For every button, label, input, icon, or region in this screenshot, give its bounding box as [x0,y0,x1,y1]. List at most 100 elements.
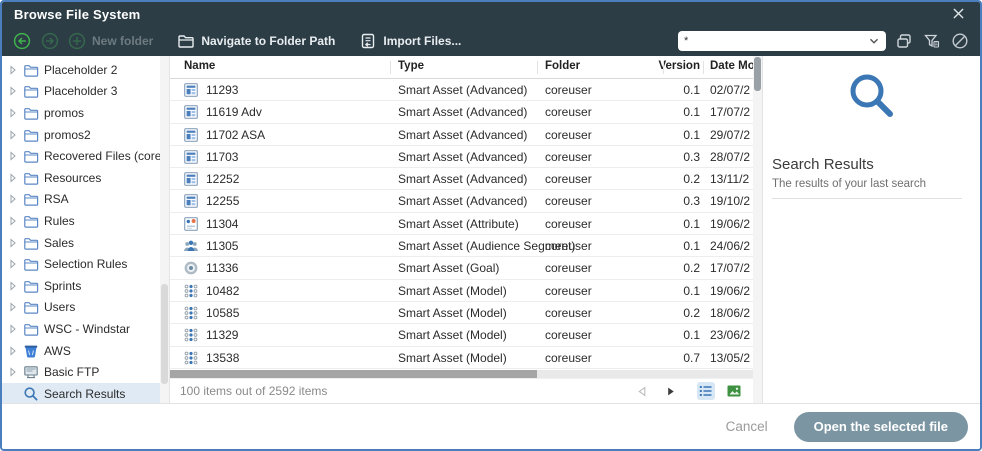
item-count-text: 100 items out of 2592 items [180,384,633,398]
sidebar-item-aws[interactable]: AWS [2,340,160,362]
expander-chevron-icon[interactable] [8,151,18,161]
sidebar-item-sprints[interactable]: Sprints [2,275,160,297]
advanced-asset-icon [183,82,199,98]
horizontal-scrollbar-thumb[interactable] [170,370,537,378]
table-row[interactable]: 10585 Smart Asset (Model) coreuser 0.2 1… [170,302,753,324]
import-files-button[interactable]: Import Files... [359,32,461,50]
sidebar-item-label: Placeholder 3 [44,84,117,98]
table-row[interactable]: 11329 Smart Asset (Model) coreuser 0.1 2… [170,324,753,346]
folder-icon [23,321,39,337]
status-bar: 100 items out of 2592 items [170,378,753,403]
back-button[interactable] [12,31,32,51]
sidebar-item-label: promos [44,106,84,120]
table-row[interactable]: 12255 Smart Asset (Advanced) coreuser 0.… [170,190,753,212]
expander-chevron-icon[interactable] [8,173,18,183]
close-icon[interactable] [952,6,968,22]
table-row[interactable]: 11336 Smart Asset (Goal) coreuser 0.2 17… [170,257,753,279]
copy-view-icon[interactable] [894,31,914,51]
navigate-folder-path-button[interactable]: Navigate to Folder Path [177,32,335,50]
title-bar: Browse File System [2,2,980,26]
navigate-label: Navigate to Folder Path [201,34,335,48]
column-header-type[interactable]: Type [398,60,540,72]
sidebar-item-users[interactable]: Users [2,297,160,319]
expander-chevron-icon[interactable] [8,130,18,140]
table-vertical-scrollbar-thumb[interactable] [754,57,761,91]
expander-chevron-icon[interactable] [8,346,18,356]
table-row[interactable]: 11703 Smart Asset (Advanced) coreuser 0.… [170,146,753,168]
dialog-body: Placeholder 2Placeholder 3promospromos2R… [2,56,980,403]
expander-chevron-icon[interactable] [8,65,18,75]
table-row[interactable]: 11304 Smart Asset (Attribute) coreuser 0… [170,213,753,235]
table-row[interactable]: 10482 Smart Asset (Model) coreuser 0.1 1… [170,280,753,302]
next-page-icon[interactable] [661,382,679,400]
asset-type: Smart Asset (Model) [398,328,540,342]
asset-date: 19/06/2 [710,217,753,231]
horizontal-scrollbar[interactable] [170,370,753,378]
table-row[interactable]: 11702 ASA Smart Asset (Advanced) coreuse… [170,124,753,146]
asset-version: 0.1 [628,239,700,253]
list-view-icon[interactable] [697,382,715,400]
goal-asset-icon [183,260,199,276]
sidebar-item-promos[interactable]: promos [2,102,160,124]
expander-chevron-icon[interactable] [8,367,18,377]
sidebar-item-rsa[interactable]: RSA [2,189,160,211]
sidebar-item-recovered-files-coreuser[interactable]: Recovered Files (coreuser) [2,145,160,167]
table-vertical-scrollbar[interactable] [753,56,762,403]
cancel-button[interactable]: Cancel [726,419,768,434]
thumbnail-view-icon[interactable] [725,382,743,400]
model-asset-icon [183,350,199,366]
filter-icon[interactable] [922,31,942,51]
asset-type: Smart Asset (Advanced) [398,105,540,119]
column-header-name[interactable]: Name [184,60,389,72]
expander-chevron-icon[interactable] [8,324,18,334]
table-row[interactable]: 13538 Smart Asset (Model) coreuser 0.7 1… [170,347,753,369]
panel-title: Search Results [772,156,874,173]
expander-chevron-icon[interactable] [8,86,18,96]
sidebar-item-selection-rules[interactable]: Selection Rules [2,253,160,275]
sidebar-item-wsc-windstar[interactable]: WSC - Windstar [2,318,160,340]
folder-icon [23,191,39,207]
asset-type: Smart Asset (Audience Segment) [398,239,540,253]
sidebar-item-sales[interactable]: Sales [2,232,160,254]
sidebar-item-rules[interactable]: Rules [2,210,160,232]
folder-icon [23,148,39,164]
sidebar-item-placeholder-2[interactable]: Placeholder 2 [2,59,160,81]
filter-combobox[interactable]: * [678,31,886,51]
sidebar-item-label: Search Results [44,387,125,401]
column-header-date-modified[interactable]: Date Mo [710,60,753,72]
table-row[interactable]: 11305 Smart Asset (Audience Segment) cor… [170,235,753,257]
asset-name: 13538 [206,351,239,365]
sidebar-scrollbar-thumb[interactable] [161,284,168,384]
folder-tree-sidebar: Placeholder 2Placeholder 3promospromos2R… [2,56,170,403]
asset-version: 0.1 [628,328,700,342]
advanced-asset-icon [183,193,199,209]
folder-icon [23,256,39,272]
clear-filter-icon[interactable] [950,31,970,51]
expander-chevron-icon[interactable] [8,194,18,204]
expander-chevron-icon[interactable] [8,281,18,291]
sidebar-item-label: Basic FTP [44,365,99,379]
table-row[interactable]: 11293 Smart Asset (Advanced) coreuser 0.… [170,79,753,101]
asset-name: 11619 Adv [206,105,262,119]
expander-chevron-icon[interactable] [8,259,18,269]
column-header-version[interactable]: Version [628,60,700,72]
sidebar-item-basic-ftp[interactable]: Basic FTP [2,361,160,383]
expander-chevron-icon[interactable] [8,302,18,312]
sidebar-item-resources[interactable]: Resources [2,167,160,189]
expander-chevron-icon[interactable] [8,216,18,226]
table-row[interactable]: 12252 Smart Asset (Advanced) coreuser 0.… [170,168,753,190]
sidebar-scrollbar[interactable] [160,56,169,403]
sidebar-item-label: Recovered Files (coreuser) [44,149,170,163]
expander-chevron-icon[interactable] [8,108,18,118]
expander-chevron-icon[interactable] [8,238,18,248]
open-selected-file-button[interactable]: Open the selected file [794,412,968,442]
table-row[interactable]: 11619 Adv Smart Asset (Advanced) coreuse… [170,101,753,123]
table-body: 11293 Smart Asset (Advanced) coreuser 0.… [170,79,753,369]
asset-name: 12255 [206,194,239,208]
asset-date: 29/07/2 [710,128,753,142]
new-folder-button: New folder [68,32,153,50]
sidebar-item-placeholder-3[interactable]: Placeholder 3 [2,81,160,103]
table-header: Name Type Folder Version Date Mo [170,56,753,79]
sidebar-item-promos2[interactable]: promos2 [2,124,160,146]
sidebar-item-search-results[interactable]: Search Results [2,383,160,403]
